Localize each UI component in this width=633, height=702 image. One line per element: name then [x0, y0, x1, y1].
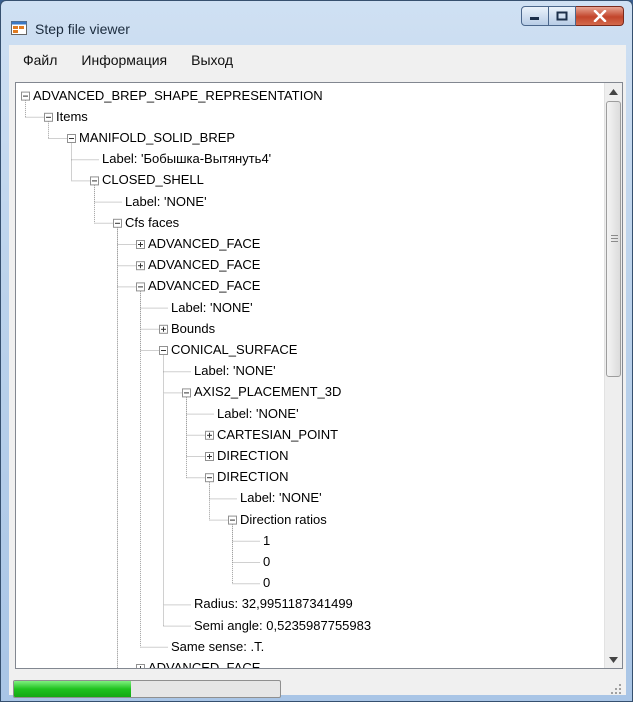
tree-node-label[interactable]: Direction ratios [240, 512, 327, 528]
tree-node-label[interactable]: Label: 'NONE' [194, 363, 276, 379]
menu-file[interactable]: Файл [13, 49, 67, 71]
tree-node-label[interactable]: Radius: 32,9951187341499 [194, 596, 353, 612]
main-window: Step file viewer Файл Информация Выход A… [0, 0, 633, 702]
caption-buttons [521, 6, 624, 28]
close-button[interactable] [576, 6, 624, 26]
resize-grip-icon[interactable] [610, 683, 622, 695]
tree-node-label[interactable]: 1 [263, 533, 270, 549]
tree-node-label[interactable]: Same sense: .T. [171, 639, 264, 655]
menu-info[interactable]: Информация [71, 49, 177, 71]
tree-node-label[interactable]: 0 [263, 554, 270, 570]
window-title: Step file viewer [35, 21, 130, 37]
scroll-down-button[interactable] [605, 651, 622, 668]
scroll-up-button[interactable] [605, 83, 622, 100]
minimize-button[interactable] [521, 6, 549, 26]
tree-node-label[interactable]: Bounds [171, 321, 215, 337]
tree-node-label[interactable]: ADVANCED_BREP_SHAPE_REPRESENTATION [33, 88, 323, 104]
maximize-button[interactable] [549, 6, 576, 26]
tree-nodes: ADVANCED_BREP_SHAPE_REPRESENTATION Items M… [16, 83, 601, 668]
progress-bar [13, 680, 281, 698]
tree-node-label[interactable]: Cfs faces [125, 215, 179, 231]
tree-node-label[interactable]: DIRECTION [217, 469, 289, 485]
tree-node-label[interactable]: Label: 'NONE' [240, 490, 322, 506]
tree-view[interactable]: ADVANCED_BREP_SHAPE_REPRESENTATION Items M… [15, 82, 623, 669]
scroll-up-arrow-icon [609, 88, 618, 95]
tree-node-label[interactable]: ADVANCED_FACE [148, 660, 260, 668]
close-icon [593, 10, 606, 22]
vertical-scrollbar[interactable] [604, 83, 622, 668]
tree-node-label[interactable]: CARTESIAN_POINT [217, 427, 338, 443]
scroll-down-arrow-icon [609, 656, 618, 663]
tree-node-label[interactable]: 0 [263, 575, 270, 591]
thumb-grip-icon [611, 238, 618, 239]
tree-node-label[interactable]: DIRECTION [217, 448, 289, 464]
tree-node-label[interactable]: CONICAL_SURFACE [171, 342, 297, 358]
tree-node-label[interactable]: Label: 'NONE' [171, 300, 253, 316]
menu-bar: Файл Информация Выход [9, 45, 626, 75]
tree-node-label[interactable]: ADVANCED_FACE [148, 236, 260, 252]
tree-node-label[interactable]: Items [56, 109, 88, 125]
app-window-icon [11, 21, 27, 35]
minimize-icon [530, 17, 539, 20]
maximize-icon [556, 11, 568, 21]
thumb-grip-icon [611, 241, 618, 242]
client-area: Файл Информация Выход ADVANCED_BREP_SHAP… [9, 45, 626, 698]
tree-node-label[interactable]: MANIFOLD_SOLID_BREP [79, 130, 235, 146]
thumb-grip-icon [611, 235, 618, 236]
tree-node-label[interactable]: Label: 'NONE' [125, 194, 207, 210]
tree-node-label[interactable]: Label: 'NONE' [217, 406, 299, 422]
scroll-thumb[interactable] [606, 101, 621, 377]
progress-fill [14, 681, 132, 697]
tree-node-label[interactable]: ADVANCED_FACE [148, 278, 260, 294]
tree-node-label[interactable]: ADVANCED_FACE [148, 257, 260, 273]
title-bar[interactable]: Step file viewer [1, 1, 632, 45]
tree-node-label[interactable]: Semi angle: 0,5235987755983 [194, 618, 371, 634]
status-bar [9, 675, 626, 698]
tree-node-label[interactable]: AXIS2_PLACEMENT_3D [194, 384, 341, 400]
tree-node-label[interactable]: CLOSED_SHELL [102, 172, 204, 188]
tree-node-label[interactable]: Label: 'Бобышка-Вытянуть4' [102, 151, 271, 167]
menu-exit[interactable]: Выход [181, 49, 243, 71]
